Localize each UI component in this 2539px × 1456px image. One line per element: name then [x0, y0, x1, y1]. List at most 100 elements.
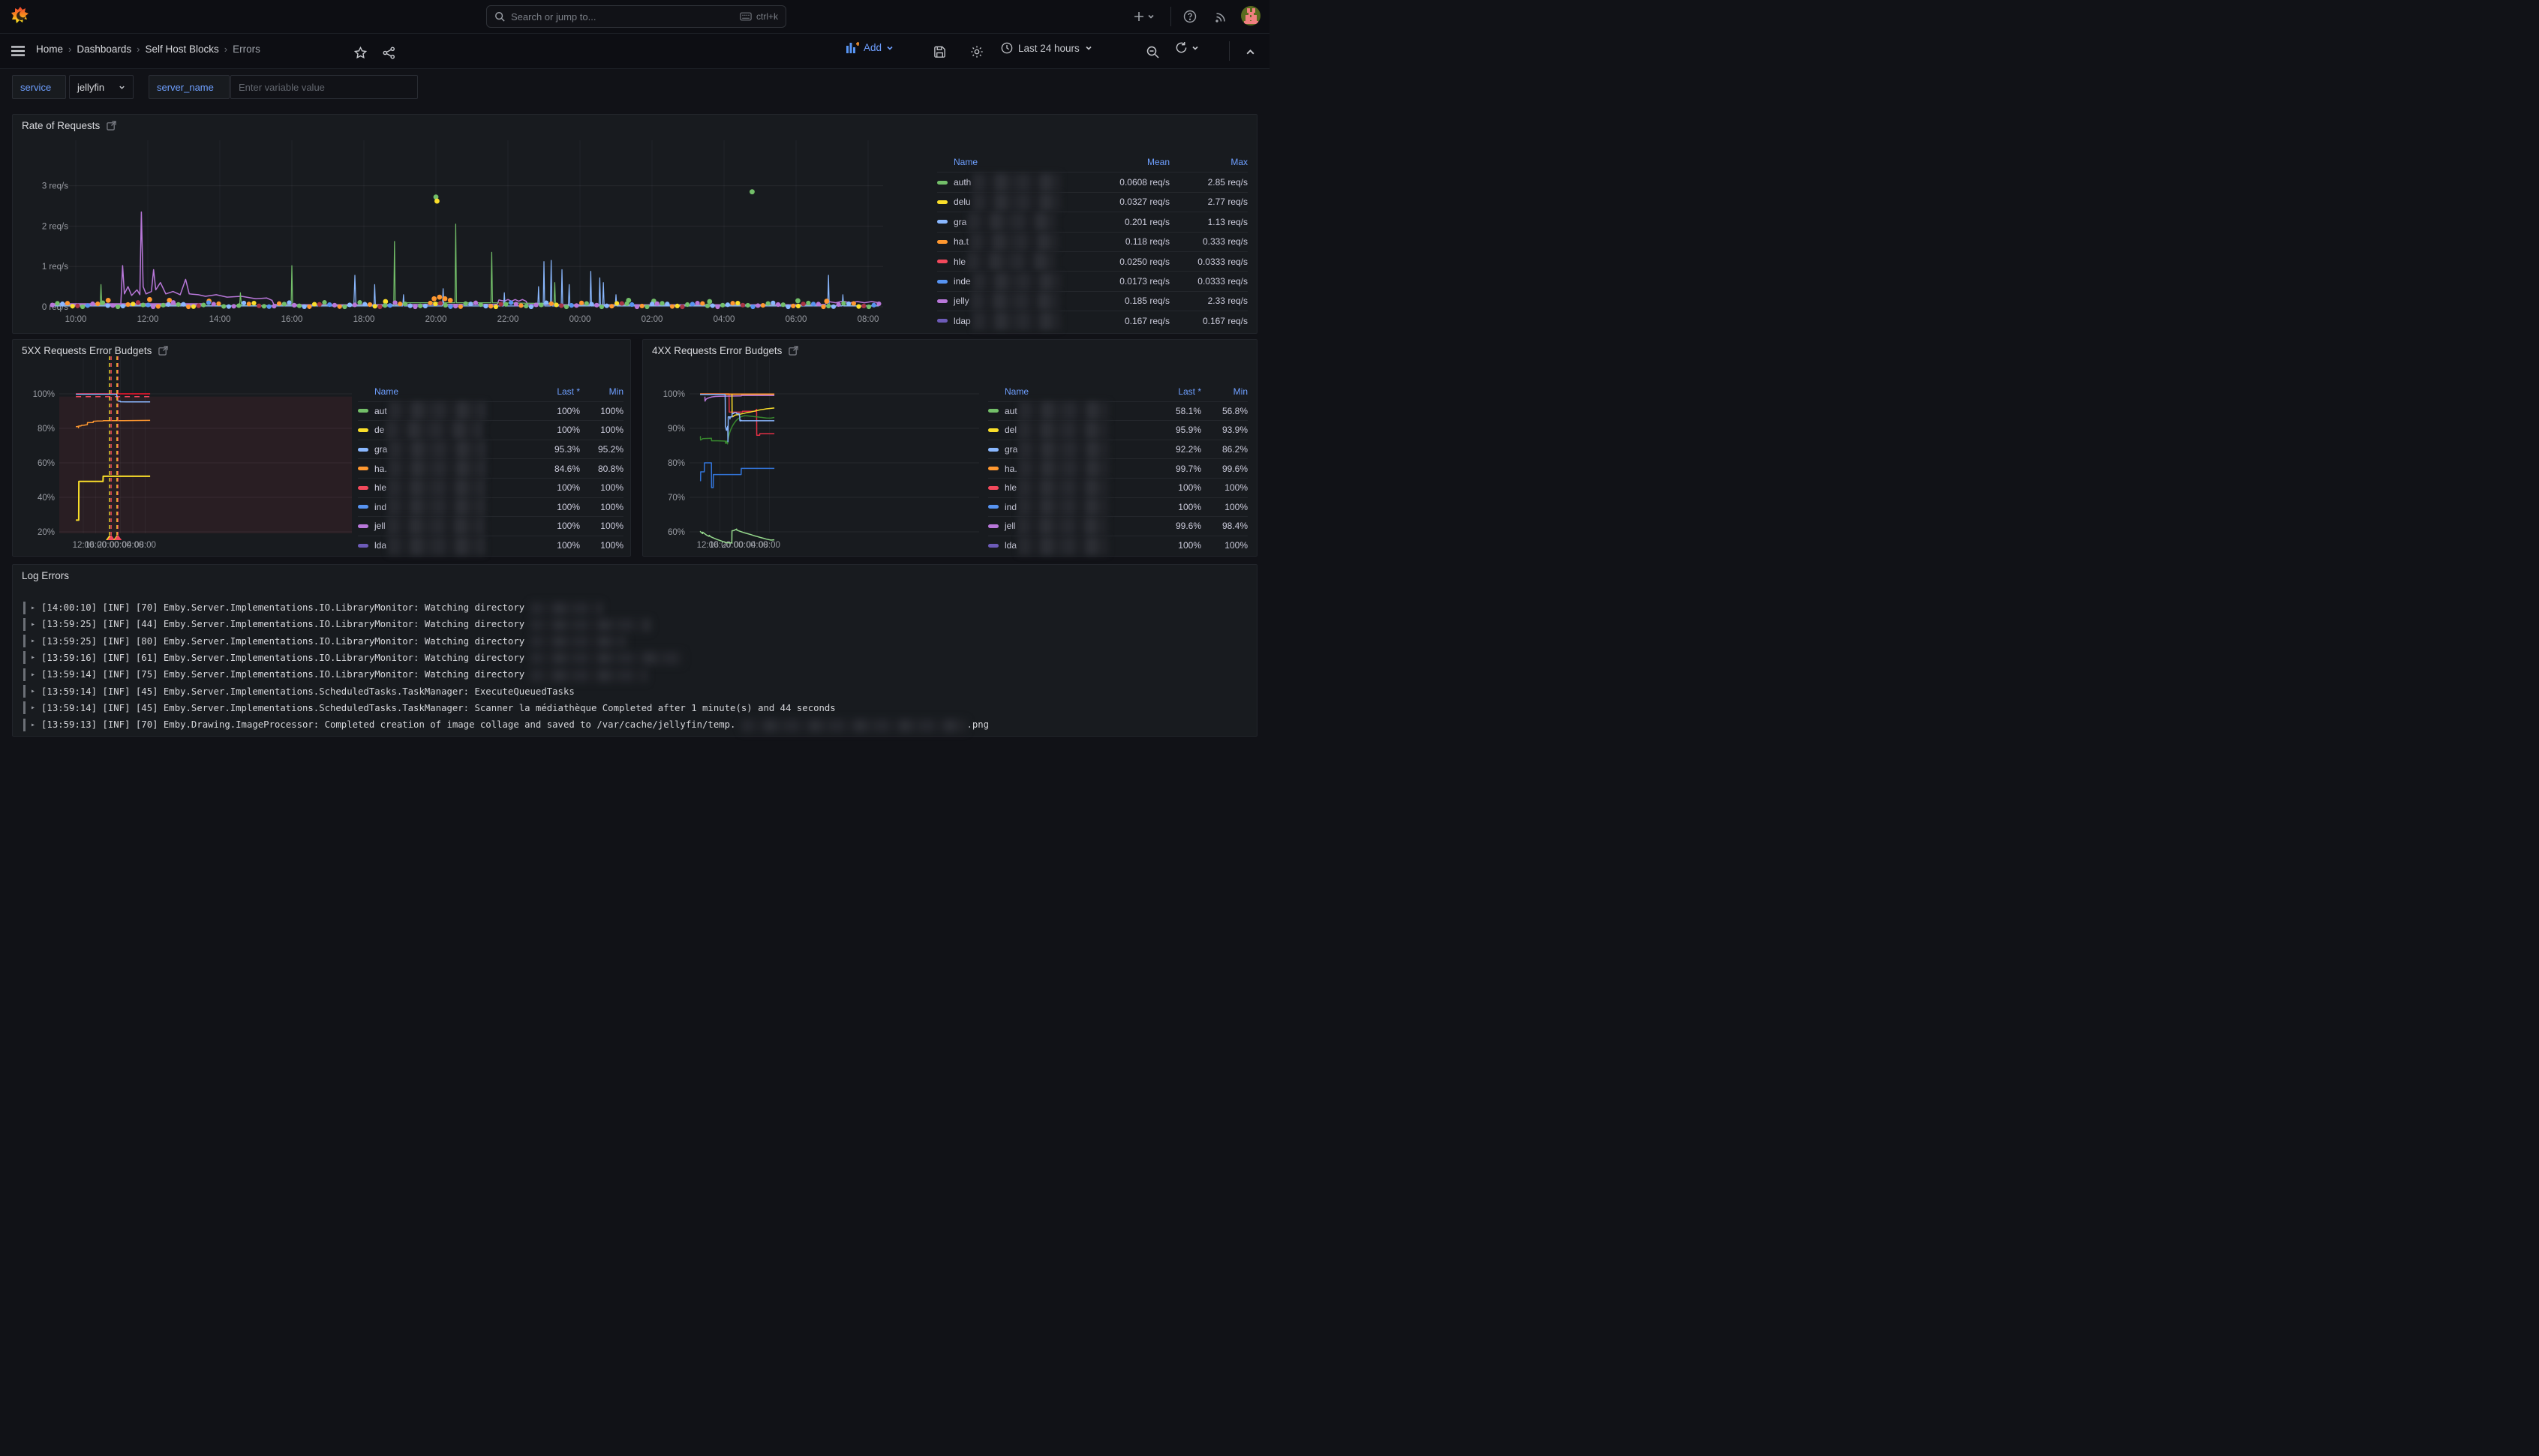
avatar[interactable] [1241, 6, 1260, 26]
series-name[interactable]: jelly [954, 292, 1092, 311]
series-swatch[interactable] [988, 428, 999, 432]
series-name[interactable]: hle [954, 252, 1092, 271]
series-swatch[interactable] [988, 467, 999, 470]
log-row[interactable]: ▸[13:59:14] [INF] [45] Emby.Server.Imple… [23, 700, 1249, 716]
series-name[interactable]: ind [374, 497, 511, 516]
series-name[interactable]: de [374, 421, 511, 440]
series-swatch[interactable] [988, 409, 999, 413]
series-name[interactable]: ha.t [954, 233, 1092, 251]
series-value-2: 0.167 req/s [1170, 316, 1248, 326]
series-swatch[interactable] [937, 280, 948, 284]
breadcrumb-item[interactable]: Dashboards [77, 44, 131, 55]
series-swatch[interactable] [988, 448, 999, 452]
add-panel-button[interactable]: Add [846, 42, 894, 53]
series-swatch[interactable] [358, 524, 368, 528]
expand-chevron-icon[interactable]: ▸ [31, 637, 35, 645]
expand-chevron-icon[interactable]: ▸ [31, 687, 35, 695]
expand-chevron-icon[interactable]: ▸ [31, 721, 35, 729]
expand-chevron-icon[interactable]: ▸ [31, 653, 35, 662]
legend-sort-name[interactable]: Name [1005, 386, 1134, 397]
refresh-button[interactable] [1175, 41, 1199, 54]
series-name[interactable]: hle [1005, 479, 1134, 497]
series-swatch[interactable] [358, 448, 368, 452]
share-icon[interactable] [378, 42, 399, 63]
log-row[interactable]: ▸[13:59:14] [INF] [45] Emby.Server.Imple… [23, 683, 1249, 700]
search-input[interactable]: Search or jump to... ctrl+k [486, 5, 786, 28]
expand-chevron-icon[interactable]: ▸ [31, 671, 35, 679]
redacted-name [1018, 497, 1108, 516]
series-name[interactable]: gra [374, 440, 511, 459]
series-swatch[interactable] [937, 240, 948, 244]
save-icon[interactable] [929, 41, 950, 62]
legend-sort-v2[interactable]: Max [1170, 157, 1248, 167]
series-swatch[interactable] [988, 486, 999, 490]
grafana-logo[interactable] [11, 6, 31, 26]
series-name[interactable]: inde [954, 272, 1092, 291]
legend-sort-v1[interactable]: Last * [511, 386, 580, 397]
legend-sort-v2[interactable]: Min [1201, 386, 1248, 397]
series-value-1: 100% [1134, 540, 1201, 551]
log-row[interactable]: ▸[13:59:25] [INF] [80] Emby.Server.Imple… [23, 633, 1249, 650]
series-swatch[interactable] [358, 544, 368, 548]
legend-sort-v1[interactable]: Mean [1092, 157, 1170, 167]
series-name[interactable]: del [1005, 421, 1134, 440]
settings-gear-icon[interactable] [966, 41, 987, 62]
legend-sort-name[interactable]: Name [954, 157, 1092, 167]
variable-server-name-input[interactable]: Enter variable value [230, 75, 418, 99]
log-row[interactable]: ▸[14:00:10] [INF] [70] Emby.Server.Imple… [23, 599, 1249, 616]
log-row[interactable]: ▸[13:59:14] [INF] [75] Emby.Server.Imple… [23, 666, 1249, 683]
series-swatch[interactable] [358, 428, 368, 432]
series-swatch[interactable] [937, 200, 948, 204]
panel-title[interactable]: Log Errors [22, 570, 69, 581]
svg-text:100%: 100% [663, 390, 685, 399]
log-row[interactable]: ▸[13:59:13] [INF] [70] Emby.Drawing.Imag… [23, 716, 1249, 733]
menu-icon[interactable] [8, 41, 29, 62]
legend-sort-name[interactable]: Name [374, 386, 511, 397]
series-swatch[interactable] [988, 544, 999, 548]
series-swatch[interactable] [937, 299, 948, 303]
expand-chevron-icon[interactable]: ▸ [31, 704, 35, 712]
log-row[interactable]: ▸[13:59:25] [INF] [44] Emby.Server.Imple… [23, 616, 1249, 632]
series-name[interactable]: gra [1005, 440, 1134, 459]
series-name[interactable]: ha. [374, 459, 511, 478]
time-range-picker[interactable]: Last 24 hours [1001, 42, 1092, 54]
zoom-out-icon[interactable] [1142, 41, 1163, 62]
series-swatch[interactable] [937, 260, 948, 263]
series-swatch[interactable] [358, 467, 368, 470]
series-name[interactable]: ha. [1005, 459, 1134, 478]
breadcrumb-separator: › [68, 44, 71, 55]
series-swatch[interactable] [358, 409, 368, 413]
news-icon[interactable] [1211, 6, 1232, 27]
series-name[interactable]: ind [1005, 497, 1134, 516]
series-name[interactable]: auth [954, 173, 1092, 192]
help-icon[interactable] [1179, 6, 1200, 27]
breadcrumb-item[interactable]: Self Host Blocks [146, 44, 219, 55]
series-name[interactable]: aut [374, 401, 511, 420]
series-name[interactable]: jell [1005, 517, 1134, 536]
series-name[interactable]: delu [954, 193, 1092, 212]
series-swatch[interactable] [358, 486, 368, 490]
legend-sort-v2[interactable]: Min [580, 386, 623, 397]
series-name[interactable]: lda [1005, 536, 1134, 555]
add-menu-button[interactable] [1128, 6, 1161, 27]
variable-service-value[interactable]: jellyfin [69, 75, 134, 99]
legend-sort-v1[interactable]: Last * [1134, 386, 1201, 397]
series-swatch[interactable] [937, 319, 948, 323]
series-swatch[interactable] [358, 505, 368, 509]
breadcrumb-item[interactable]: Home [36, 44, 63, 55]
collapse-caret-icon[interactable] [1239, 41, 1260, 62]
favorite-star-icon[interactable] [350, 42, 371, 63]
series-name[interactable]: lda [374, 536, 511, 555]
series-name[interactable]: ldap [954, 311, 1092, 330]
series-name[interactable]: jell [374, 517, 511, 536]
series-swatch[interactable] [937, 181, 948, 185]
expand-chevron-icon[interactable]: ▸ [31, 604, 35, 612]
series-name[interactable]: hle [374, 479, 511, 497]
series-swatch[interactable] [988, 505, 999, 509]
log-row[interactable]: ▸[13:59:16] [INF] [61] Emby.Server.Imple… [23, 650, 1249, 666]
series-name[interactable]: aut [1005, 401, 1134, 420]
series-swatch[interactable] [988, 524, 999, 528]
series-name[interactable]: gra [954, 212, 1092, 231]
series-swatch[interactable] [937, 220, 948, 224]
expand-chevron-icon[interactable]: ▸ [31, 620, 35, 629]
